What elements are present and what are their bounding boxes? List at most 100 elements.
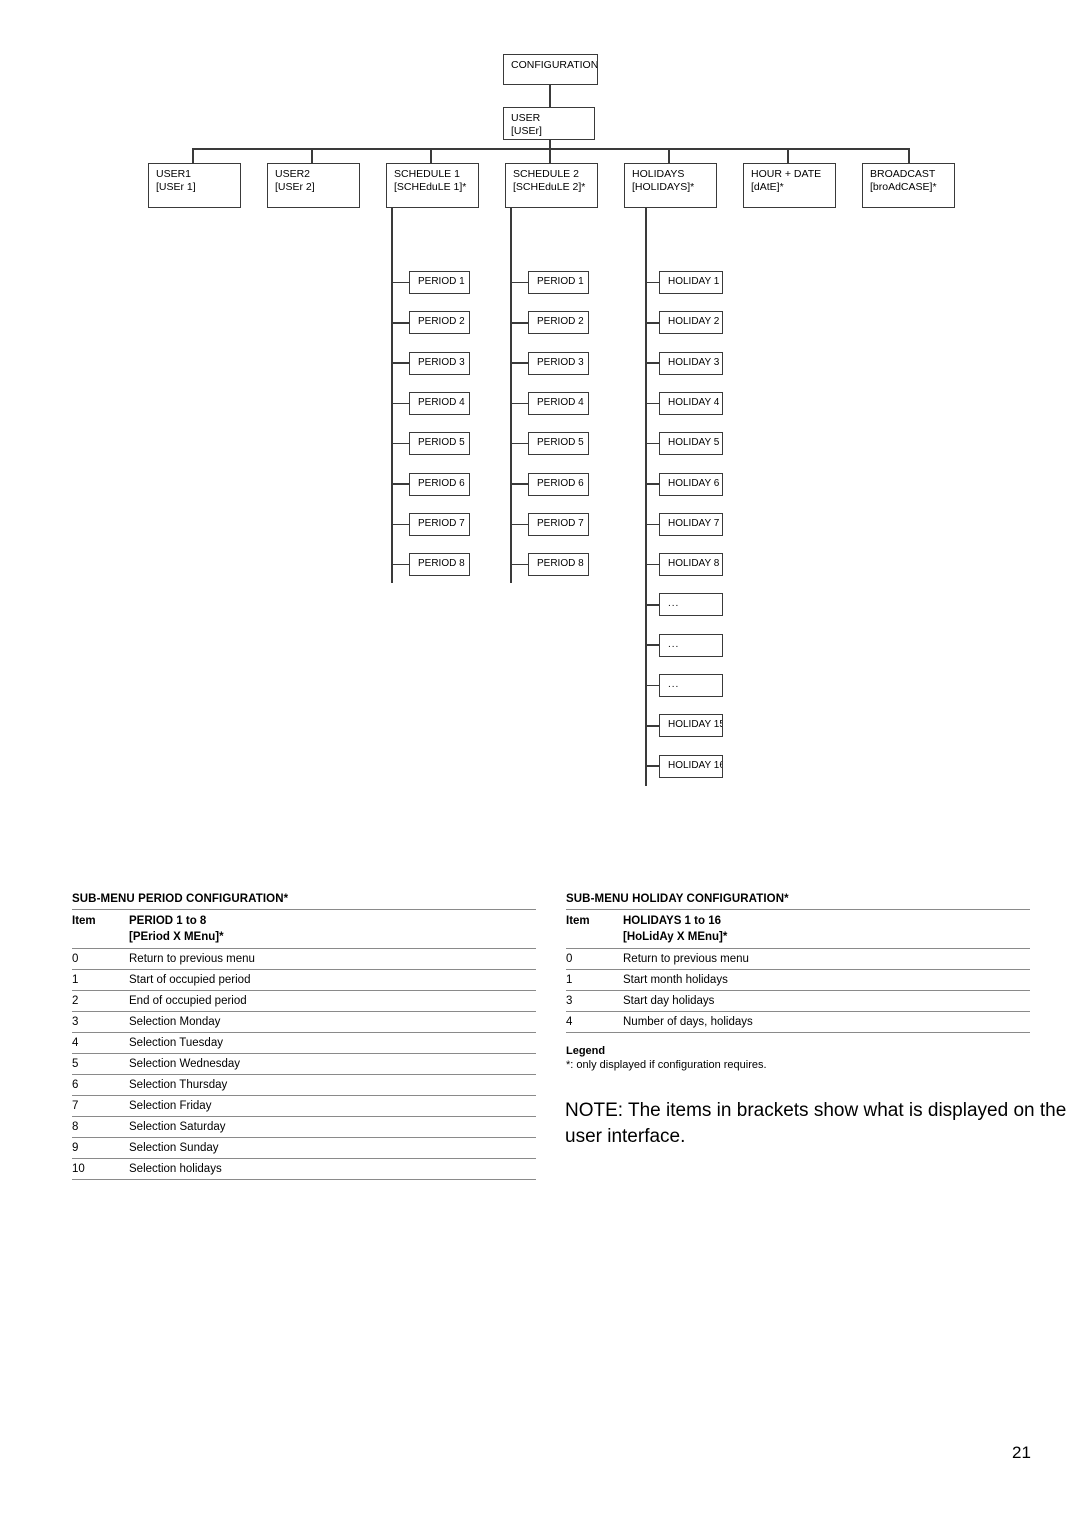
connector-configuration-user: [549, 85, 551, 107]
period-table-title: SUB-MENU PERIOD CONFIGURATION*: [72, 893, 289, 905]
holiday-box-10: ...: [659, 633, 723, 657]
node-hour-date: HOUR + DATE [dAtE]*: [743, 163, 836, 208]
spine-schedule1: [391, 208, 393, 583]
schedule2-period-connector-8: [510, 563, 528, 566]
schedule2-period-label-5: PERIOD 5: [537, 437, 584, 449]
schedule1-period-box-4: PERIOD 4: [409, 391, 470, 415]
holiday-table-title: SUB-MENU HOLIDAY CONFIGURATION*: [566, 893, 789, 905]
node-user1-label: USER1: [156, 168, 192, 180]
node-user2-display: [USEr 2]: [275, 181, 315, 194]
period-table-header-value: PERIOD 1 to 8 [PEriod X MEnu]*: [129, 908, 536, 949]
holiday-label-5: HOLIDAY 5: [668, 437, 720, 449]
schedule2-period-label-3: PERIOD 3: [537, 356, 584, 368]
holiday-box-5: HOLIDAY 5: [659, 432, 723, 456]
node-user2-label: USER2: [275, 168, 311, 180]
table-row: 4 Number of days, holidays: [566, 1011, 1030, 1034]
schedule2-period-connector-3: [510, 362, 528, 364]
period-table-header-row: Item PERIOD 1 to 8 [PEriod X MEnu]*: [72, 908, 536, 949]
node-hour-date-display: [dAtE]*: [751, 181, 784, 194]
holiday-label-13: HOLIDAY 16: [668, 759, 723, 771]
schedule2-period-connector-5: [510, 442, 528, 445]
schedule1-period-box-2: PERIOD 2: [409, 311, 470, 335]
holiday-connector-3: [645, 362, 659, 364]
legend-title: Legend: [566, 1045, 606, 1057]
node-user-display: [USEr]: [511, 125, 542, 138]
connector-bus-hourdate: [787, 148, 789, 163]
schedule2-period-box-2: PERIOD 2: [528, 311, 589, 335]
holiday-configuration-table-wrapper: SUB-MENU HOLIDAY CONFIGURATION* Item HOL…: [566, 893, 1030, 1034]
table-row: 0 Return to previous menu: [72, 948, 536, 970]
period-row-desc-9: Selection Sunday: [129, 1137, 536, 1159]
holiday-connector-9: [645, 604, 659, 606]
holiday-connector-12: [645, 725, 659, 727]
holiday-box-2: HOLIDAY 2: [659, 311, 723, 335]
table-row: 1 Start of occupied period: [72, 969, 536, 991]
node-configuration-label: CONFIGURATION: [511, 59, 598, 71]
table-row: 3 Selection Monday: [72, 1011, 536, 1033]
schedule1-period-box-8: PERIOD 8: [409, 553, 470, 577]
holiday-row-item-1: 1: [566, 969, 623, 991]
period-row-item-10: 10: [72, 1158, 129, 1181]
holiday-connector-13: [645, 765, 659, 767]
holiday-connector-4: [645, 402, 659, 405]
schedule2-period-box-7: PERIOD 7: [528, 512, 589, 536]
table-row: 1 Start month holidays: [566, 969, 1030, 991]
period-row-item-4: 4: [72, 1032, 129, 1054]
holiday-label-3: HOLIDAY 3: [668, 356, 720, 368]
holiday-connector-8: [645, 563, 659, 566]
schedule1-period-label-1: PERIOD 1: [418, 276, 465, 287]
node-holidays-display: [HOLIDAYS]*: [632, 181, 695, 194]
table-row: 0 Return to previous menu: [566, 948, 1030, 970]
holiday-box-12: HOLIDAY 15: [659, 714, 723, 738]
holiday-label-9: ...: [668, 598, 680, 610]
schedule1-period-label-8: PERIOD 8: [418, 558, 465, 570]
schedule1-period-connector-6: [391, 483, 409, 485]
schedule1-period-connector-2: [391, 322, 409, 324]
period-row-desc-5: Selection Wednesday: [129, 1053, 536, 1075]
schedule1-period-box-5: PERIOD 5: [409, 432, 470, 456]
holiday-connector-11: [645, 684, 659, 687]
holiday-connector-1: [645, 281, 659, 284]
schedule1-period-box-3: PERIOD 3: [409, 351, 470, 375]
holiday-label-11: ...: [668, 679, 680, 690]
holiday-connector-2: [645, 322, 659, 324]
node-schedule2-label: SCHEDULE 2: [513, 168, 579, 180]
period-row-desc-6: Selection Thursday: [129, 1074, 536, 1096]
schedule2-period-connector-6: [510, 483, 528, 485]
schedule1-period-label-3: PERIOD 3: [418, 356, 465, 368]
schedule1-period-label-2: PERIOD 2: [418, 316, 465, 328]
schedule2-period-box-3: PERIOD 3: [528, 351, 589, 375]
holiday-row-desc-3: Number of days, holidays: [623, 1011, 1030, 1034]
holiday-configuration-table: Item HOLIDAYS 1 to 16 [HoLidAy X MEnu]* …: [566, 908, 1030, 1034]
holiday-box-11: ...: [659, 674, 723, 697]
holiday-table-header-item: Item: [566, 908, 623, 949]
schedule1-period-box-7: PERIOD 7: [409, 512, 470, 536]
schedule2-period-label-7: PERIOD 7: [537, 517, 584, 529]
period-table-header-value-sub: [PEriod X MEnu]*: [129, 930, 224, 943]
table-row: 5 Selection Wednesday: [72, 1053, 536, 1075]
holiday-connector-10: [645, 644, 659, 646]
period-row-desc-10: Selection holidays: [129, 1158, 536, 1181]
table-row: 4 Selection Tuesday: [72, 1032, 536, 1054]
node-configuration: CONFIGURATION: [503, 54, 598, 85]
node-hour-date-label: HOUR + DATE: [751, 168, 822, 180]
period-row-desc-7: Selection Friday: [129, 1095, 536, 1117]
holiday-box-1: HOLIDAY 1: [659, 271, 723, 294]
node-schedule1-label: SCHEDULE 1: [394, 168, 460, 180]
holiday-connector-7: [645, 523, 659, 526]
schedule1-period-connector-5: [391, 442, 409, 445]
holiday-label-1: HOLIDAY 1: [668, 276, 720, 287]
holiday-box-3: HOLIDAY 3: [659, 351, 723, 375]
holiday-box-13: HOLIDAY 16: [659, 754, 723, 778]
holiday-table-header-value: HOLIDAYS 1 to 16 [HoLidAy X MEnu]*: [623, 908, 1030, 949]
schedule2-period-label-1: PERIOD 1: [537, 276, 584, 287]
node-broadcast: BROADCAST [broAdCASE]*: [862, 163, 955, 208]
period-row-item-9: 9: [72, 1137, 129, 1159]
holiday-box-6: HOLIDAY 6: [659, 472, 723, 496]
schedule2-period-box-5: PERIOD 5: [528, 432, 589, 456]
period-row-desc-2: End of occupied period: [129, 990, 536, 1012]
schedule1-period-connector-8: [391, 563, 409, 566]
schedule1-period-connector-1: [391, 281, 409, 284]
table-row: 8 Selection Saturday: [72, 1116, 536, 1138]
holiday-table-header-value-sub: [HoLidAy X MEnu]*: [623, 930, 728, 943]
